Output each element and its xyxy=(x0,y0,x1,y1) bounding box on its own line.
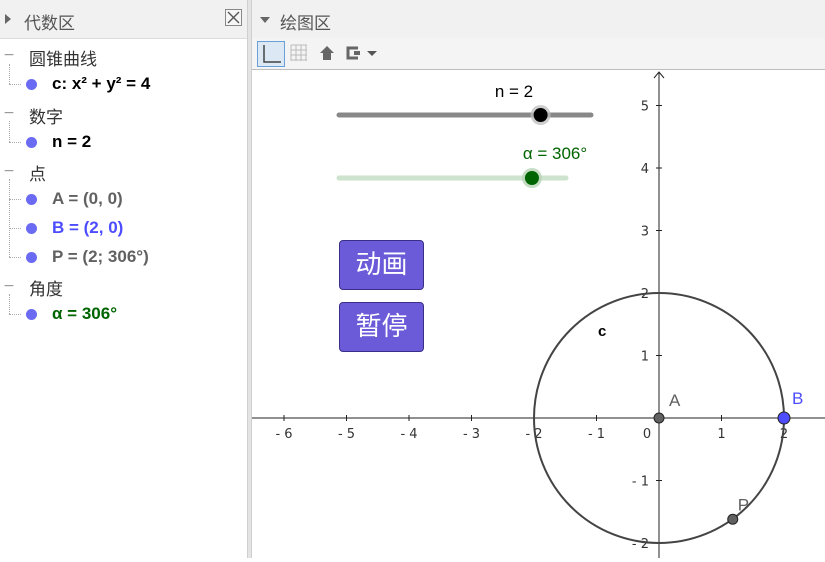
visibility-toggle-P[interactable] xyxy=(26,252,37,263)
category-conics[interactable]: 圆锥曲线 xyxy=(29,45,97,70)
grid-toggle-icon[interactable] xyxy=(287,41,311,65)
x-tick-label: - 1 xyxy=(588,427,605,442)
close-icon[interactable] xyxy=(225,9,242,26)
x-tick-label: - 3 xyxy=(463,427,480,442)
dropdown-arrow-icon[interactable] xyxy=(365,41,379,65)
graphics-view-title: 绘图区 xyxy=(280,14,331,34)
x-tick-label: 1 xyxy=(717,427,725,442)
point-label-P: P xyxy=(738,495,749,514)
slider-alpha-label: α = 306° xyxy=(523,144,587,163)
visibility-toggle-alpha[interactable] xyxy=(26,309,37,320)
algebra-item-n[interactable]: n = 2 xyxy=(52,132,91,152)
point-A[interactable] xyxy=(653,412,665,424)
algebra-item-P[interactable]: P = (2; 306°) xyxy=(52,247,149,267)
y-tick-label: 4 xyxy=(641,162,649,177)
circle-label: c xyxy=(598,323,606,340)
x-tick-label: - 4 xyxy=(400,427,417,442)
point-B[interactable] xyxy=(777,411,791,425)
slider-alpha-knob[interactable] xyxy=(524,171,539,185)
point-P[interactable] xyxy=(727,513,739,525)
visibility-toggle-A[interactable] xyxy=(26,194,37,205)
category-numbers[interactable]: 数字 xyxy=(29,103,63,128)
x-tick-label: 0 xyxy=(643,427,651,442)
y-tick-label: 3 xyxy=(641,225,649,240)
y-tick-label: - 1 xyxy=(632,475,649,490)
collapse-icon[interactable]: − xyxy=(2,106,16,120)
axes-toggle-icon[interactable] xyxy=(257,41,285,67)
visibility-toggle-n[interactable] xyxy=(26,137,37,148)
visibility-toggle-c[interactable] xyxy=(26,79,37,90)
algebra-item-A[interactable]: A = (0, 0) xyxy=(52,189,123,209)
collapse-icon[interactable]: − xyxy=(2,164,16,178)
y-tick-label: - 2 xyxy=(632,537,649,552)
collapse-triangle-icon[interactable] xyxy=(260,17,270,23)
algebra-view: 代数区 − 圆锥曲线 c: x² + y² = 4 − 数字 n = 2 − 点… xyxy=(0,0,247,558)
point-capture-icon[interactable] xyxy=(342,41,364,65)
collapse-icon[interactable]: − xyxy=(2,48,16,62)
graphics-view-header[interactable]: 绘图区 xyxy=(252,0,825,39)
category-angles[interactable]: 角度 xyxy=(29,275,63,300)
expand-triangle-icon[interactable] xyxy=(5,14,11,24)
animate-button[interactable]: 动画 xyxy=(339,240,424,290)
y-tick-label: 5 xyxy=(641,100,649,115)
point-label-A: A xyxy=(669,391,681,410)
x-tick-label: - 5 xyxy=(338,427,355,442)
slider-n-label: n = 2 xyxy=(495,82,533,101)
graphics-canvas[interactable]: - 6- 5- 4- 3- 2- 101254321- 1- 2 n = 2 α… xyxy=(252,70,825,558)
collapse-icon[interactable]: − xyxy=(2,279,16,293)
algebra-item-alpha[interactable]: α = 306° xyxy=(52,304,117,324)
algebra-view-header[interactable]: 代数区 xyxy=(0,0,247,39)
visibility-toggle-B[interactable] xyxy=(26,223,37,234)
graphics-plot[interactable]: - 6- 5- 4- 3- 2- 1 0 1 254321- 1- 2 n = 2 α… xyxy=(252,70,825,558)
category-points[interactable]: 点 xyxy=(29,160,46,185)
algebra-item-B[interactable]: B = (2, 0) xyxy=(52,218,123,238)
graphics-style-bar xyxy=(252,38,825,70)
home-icon[interactable] xyxy=(316,41,338,65)
point-label-B: B xyxy=(792,389,803,408)
y-tick-label: 1 xyxy=(641,350,649,365)
slider-n-knob[interactable] xyxy=(533,108,548,122)
algebra-view-title: 代数区 xyxy=(24,14,75,34)
x-tick-label: - 6 xyxy=(275,427,292,442)
algebra-item-c[interactable]: c: x² + y² = 4 xyxy=(52,74,150,94)
pause-button[interactable]: 暂停 xyxy=(339,302,424,352)
